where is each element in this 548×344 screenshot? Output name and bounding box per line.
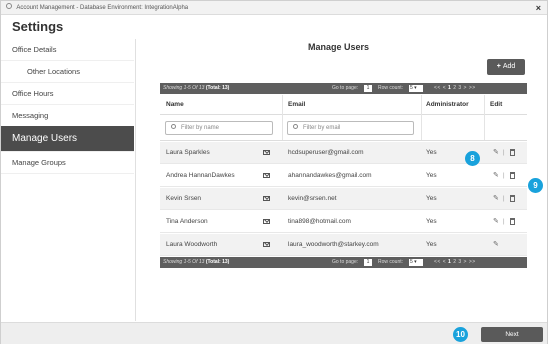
user-name: Laura Sparkles (166, 149, 210, 156)
sidebar-item-manage-users[interactable]: Manage Users (1, 126, 134, 152)
edit-icon[interactable]: ✎ (493, 142, 499, 164)
edit-icon[interactable]: ✎ (493, 188, 499, 210)
table-header: Name Email Administrator Edit (160, 95, 527, 115)
sidebar: Office Details Other Locations Office Ho… (1, 39, 136, 321)
page-nav[interactable]: << < 1 2 3 > >> (434, 83, 476, 94)
rowcount-label: Row count: (378, 85, 404, 91)
filter-name-input[interactable]: Filter by name (165, 121, 273, 135)
admin-value: Yes (426, 195, 437, 202)
trash-icon[interactable] (510, 218, 515, 225)
plus-icon: + (496, 63, 501, 70)
pager-bottom: Showing 1-5 Of 13 (Total: 13) Go to page… (160, 257, 527, 268)
trash-icon[interactable] (510, 172, 515, 179)
goto-page-input[interactable]: 1 (364, 259, 372, 266)
app-icon (6, 3, 12, 10)
mail-icon[interactable] (263, 173, 270, 178)
callout-badge-9: 9 (528, 178, 543, 193)
rowcount-select[interactable]: 5 ▾ (409, 259, 423, 266)
close-icon[interactable]: × (536, 1, 541, 15)
next-button[interactable]: Next (481, 327, 543, 342)
table-row: Laura Woodworth laura_woodworth@starkey.… (160, 234, 527, 256)
showing-count: Showing 1-5 Of 13 (Total: 13) (163, 85, 230, 91)
app-window: Account Management - Database Environmen… (0, 0, 548, 344)
sidebar-item-messaging[interactable]: Messaging (1, 105, 134, 127)
edit-icon[interactable]: ✎ (493, 234, 499, 256)
col-email[interactable]: Email (288, 95, 305, 115)
pager-top: Showing 1-5 Of 13 (Total: 13) Go to page… (160, 83, 527, 94)
table-row: Tina Anderson tina898@hotmail.com Yes ✎ … (160, 211, 527, 233)
col-name[interactable]: Name (166, 95, 184, 115)
user-name: Kevin Srsen (166, 195, 202, 202)
sidebar-item-office-hours[interactable]: Office Hours (1, 83, 134, 105)
separator: | (503, 150, 505, 156)
trash-icon[interactable] (510, 195, 515, 202)
table-row: Kevin Srsen kevin@srsen.net Yes ✎ | (160, 188, 527, 210)
filter-email-input[interactable]: Filter by email (287, 121, 414, 135)
search-icon (171, 124, 176, 130)
admin-value: Yes (426, 218, 437, 225)
admin-value: Yes (426, 149, 437, 156)
page-nav[interactable]: << < 1 2 3 > >> (434, 257, 476, 268)
rowcount-label: Row count: (378, 259, 404, 265)
filter-row: Filter by name Filter by email (160, 115, 527, 141)
user-email: kevin@srsen.net (288, 195, 337, 202)
separator: | (503, 219, 505, 225)
goto-label: Go to page: (332, 85, 359, 91)
mail-icon[interactable] (263, 242, 270, 247)
admin-value: Yes (426, 241, 437, 248)
sidebar-item-other-locations[interactable]: Other Locations (1, 61, 134, 83)
edit-icon[interactable]: ✎ (493, 165, 499, 187)
add-label: Add (502, 63, 516, 70)
settings-heading: Settings (12, 19, 64, 34)
trash-icon[interactable] (510, 149, 515, 156)
admin-value: Yes (426, 172, 437, 179)
add-user-button[interactable]: + Add (487, 59, 525, 75)
mail-icon[interactable] (263, 150, 270, 155)
sidebar-item-manage-groups[interactable]: Manage Groups (1, 152, 134, 174)
user-email: laura_woodworth@starkey.com (288, 241, 379, 248)
col-administrator[interactable]: Administrator (426, 95, 469, 115)
page-title: Manage Users (307, 42, 370, 52)
user-name: Laura Woodworth (166, 241, 218, 248)
callout-badge-8: 8 (465, 151, 480, 166)
search-icon (293, 124, 298, 130)
user-email: tina898@hotmail.com (288, 218, 351, 225)
user-email: ahannandawkes@gmail.com (288, 172, 372, 179)
user-name: Tina Anderson (166, 218, 208, 225)
mail-icon[interactable] (263, 196, 270, 201)
title-bar: Account Management - Database Environmen… (1, 1, 547, 15)
mail-icon[interactable] (263, 219, 270, 224)
window-title: Account Management - Database Environmen… (16, 5, 189, 11)
sidebar-item-office-details[interactable]: Office Details (1, 39, 134, 61)
goto-label: Go to page: (332, 259, 359, 265)
user-email: hcdsuperuser@gmail.com (288, 149, 364, 156)
callout-badge-10: 10 (453, 327, 468, 342)
separator: | (503, 196, 505, 202)
user-name: Andrea HannanDawkes (166, 172, 235, 179)
footer-bar: 10 Next (1, 322, 547, 344)
rowcount-select[interactable]: 5 ▾ (409, 85, 423, 92)
edit-icon[interactable]: ✎ (493, 211, 499, 233)
showing-count: Showing 1-5 Of 13 (Total: 13) (163, 259, 230, 265)
goto-page-input[interactable]: 1 (364, 85, 372, 92)
separator: | (503, 173, 505, 179)
col-edit: Edit (490, 101, 503, 108)
table-row: Andrea HannanDawkes ahannandawkes@gmail.… (160, 165, 527, 187)
